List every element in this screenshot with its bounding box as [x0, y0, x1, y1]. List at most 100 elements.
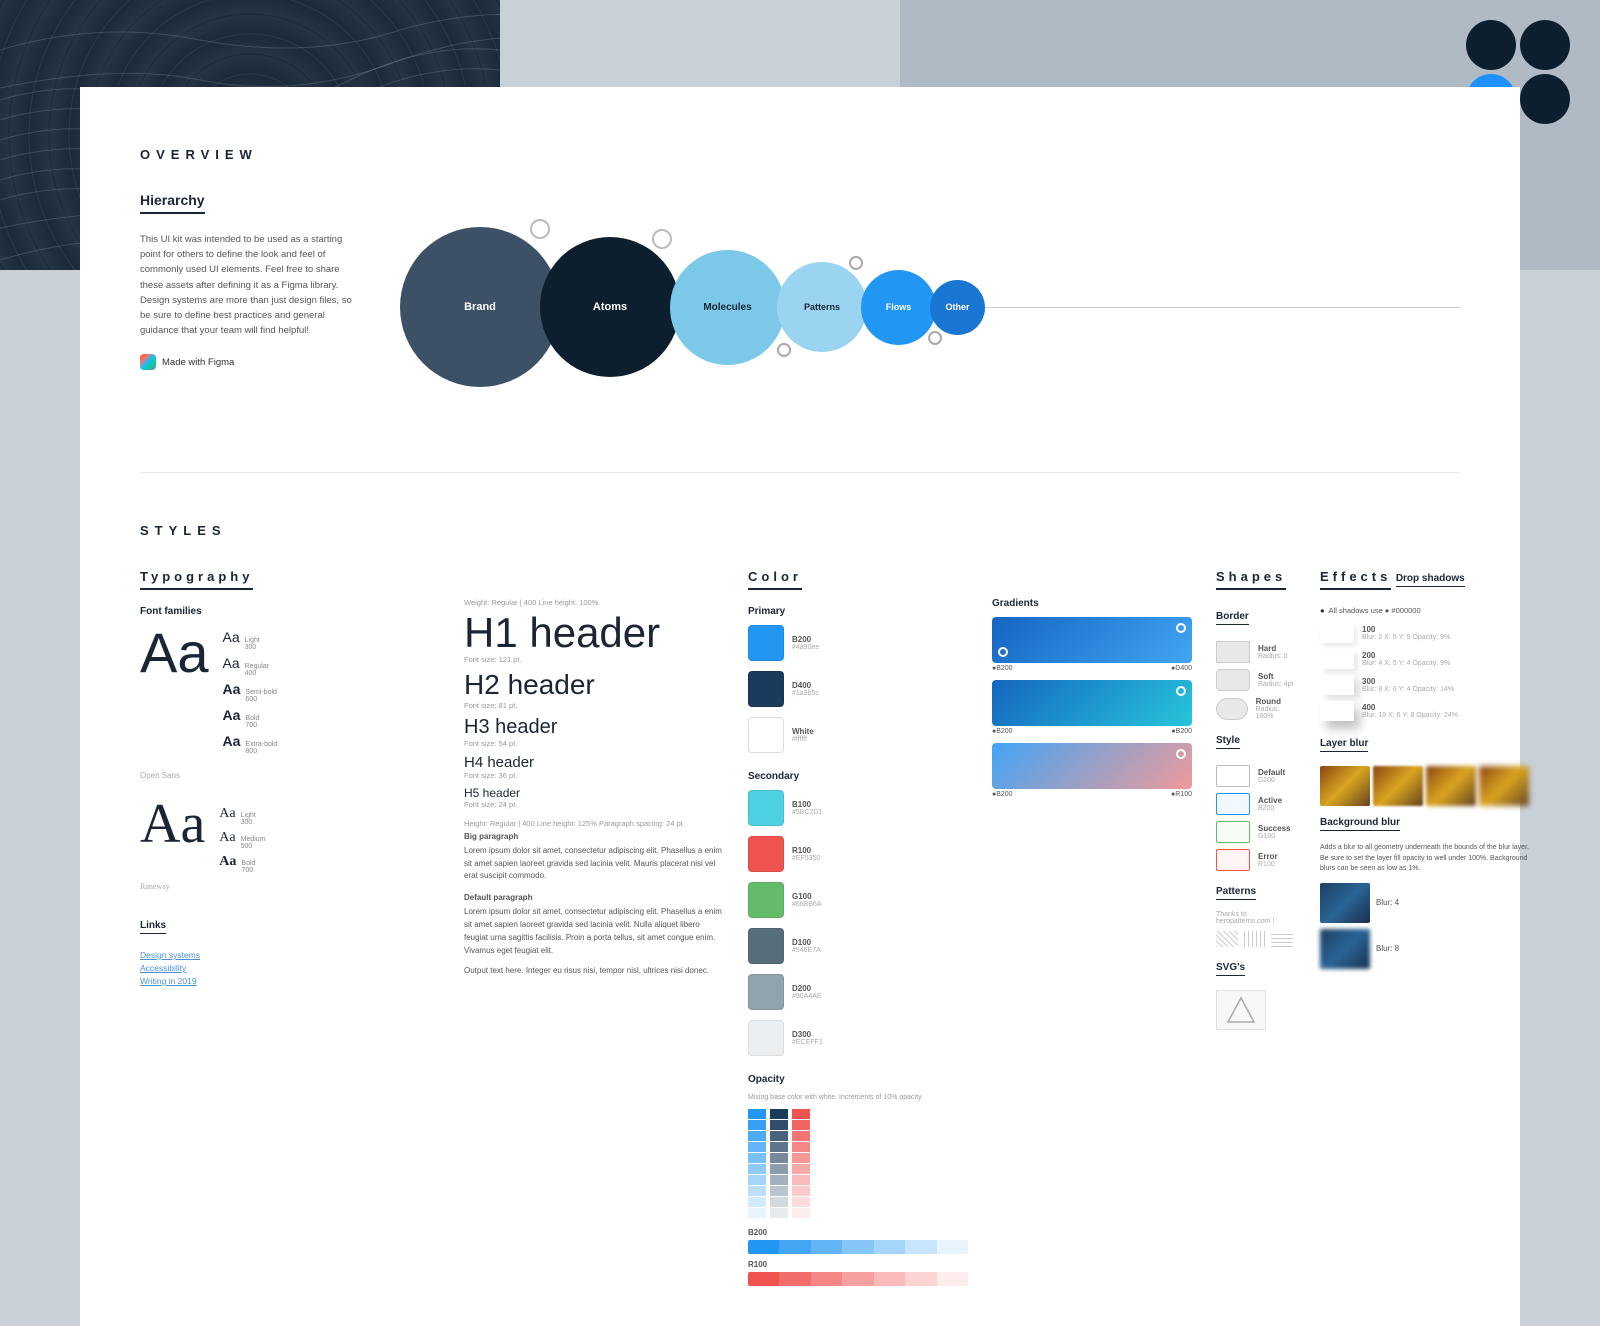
styles-title: STYLES [140, 503, 1460, 538]
h5-size: Font size: 24 pt. [464, 800, 724, 809]
section-divider [140, 472, 1460, 473]
shapes-label: Shapes [1216, 569, 1286, 590]
bubble-molecules: Molecules [670, 250, 785, 365]
default-para-label: Default paragraph [464, 893, 724, 902]
style-default [1216, 765, 1250, 787]
h1-size: Font size: 121 pt. [464, 655, 724, 664]
h2-header: H2 header [464, 670, 724, 701]
shadow-200-blur: Blur: 4 X: 5 Y: 4 Opacity: 9% [1362, 660, 1450, 667]
overview-content: Hierarchy This UI kit was intended to be… [140, 192, 1460, 422]
raneway-name: Raneway [140, 882, 440, 891]
h3-header: H3 header [464, 716, 724, 739]
blur-8-thumb [1320, 929, 1370, 969]
secondary-label: Secondary [748, 771, 968, 782]
bubble-atoms: Atoms [540, 237, 680, 377]
dark-opacity-col [770, 1109, 788, 1218]
color-b100 [748, 790, 784, 826]
color-r100 [748, 836, 784, 872]
svgs-section: SVG's [1216, 957, 1296, 1030]
red-opacity-col [792, 1109, 810, 1218]
blur-thumb-2 [1426, 766, 1476, 806]
open-sans-name: Open Sans [140, 771, 440, 780]
svg-preview [1216, 990, 1266, 1030]
blur-4-row: Blur: 4 [1320, 883, 1529, 923]
layer-blur-label: Layer blur [1320, 738, 1368, 752]
shadow-300 [1320, 675, 1354, 695]
figma-circle-4 [1520, 74, 1570, 124]
blur-4-thumb [1320, 883, 1370, 923]
made-with-figma: Made with Figma [140, 354, 360, 370]
shadow-400 [1320, 701, 1354, 721]
typography-label: Typography [140, 569, 253, 590]
blur-thumb-3 [1479, 766, 1529, 806]
body-text: Lorem ipsum dolor sit amet, consectetur … [464, 845, 724, 883]
color-col: Color Primary B200#4a90ee D400#1a3b5c [748, 568, 968, 1286]
border-shapes: Hard Radius: 0 Soft Radius: 4pt [1216, 641, 1296, 720]
figma-circle-2 [1520, 20, 1570, 70]
gradients-col: Gradients ●B200 ●D400 [992, 568, 1192, 806]
bg-blur-label: Background blur [1320, 817, 1400, 831]
h2-size: Font size: 81 pt. [464, 701, 724, 710]
secondary-colors: B100#5BC2D1 R100#EF5350 G100#66BB6A [748, 790, 968, 1062]
links-label: Links [140, 920, 166, 934]
effects-label: Effects [1320, 569, 1391, 590]
h3-size: Font size: 54 pt. [464, 739, 724, 748]
h4-header: H4 header [464, 754, 724, 771]
link-item-3[interactable]: Writing in 2019 [140, 976, 440, 986]
shapes-effects-col: Shapes Border Hard Radius: 0 [1216, 568, 1436, 1030]
blur-thumb-0 [1320, 766, 1370, 806]
gradient-2: ●B200 ●B200 [992, 680, 1192, 735]
figma-circle-1 [1466, 20, 1516, 70]
border-round [1216, 698, 1248, 720]
shapes-section: Shapes Border Hard Radius: 0 [1216, 568, 1296, 1030]
hierarchy-left: Hierarchy This UI kit was intended to be… [140, 192, 360, 370]
default-para: Lorem ipsum dolor sit amet, consectetur … [464, 906, 724, 957]
layer-blur-images [1320, 766, 1529, 806]
opacity-label: Opacity [748, 1074, 968, 1085]
link-item-2[interactable]: Accessibility [140, 963, 440, 973]
color-d100 [748, 928, 784, 964]
body-label: Big paragraph [464, 832, 724, 841]
bubble-patterns: Patterns [777, 262, 867, 352]
raneway-group: Aa AaLight300 AaMedium500 AaBold700 [140, 796, 440, 874]
gradient-3: ●B200 ●R100 [992, 743, 1192, 798]
font-families-label: Font families [140, 606, 440, 617]
links-section: Links Design systems Accessibility Writi… [140, 915, 440, 986]
h4-size: Font size: 36 pt. [464, 771, 724, 780]
color-g100 [748, 882, 784, 918]
border-label: Border [1216, 611, 1249, 625]
shadow-200 [1320, 649, 1354, 669]
blur-4-label: Blur: 4 [1376, 898, 1399, 907]
opacity-section: Opacity Mixing base color with white. In… [748, 1074, 968, 1286]
tints-r100-bar [748, 1272, 968, 1286]
tints-r100-label: R100 [748, 1260, 968, 1269]
hierarchy-desc: This UI kit was intended to be used as a… [140, 232, 360, 338]
main-card: OVERVIEW Hierarchy This UI kit was inten… [80, 87, 1520, 1326]
patterns-label: Patterns [1216, 886, 1256, 900]
color-d400 [748, 671, 784, 707]
figma-icon [140, 354, 156, 370]
style-success [1216, 821, 1250, 843]
bubbles-area: Brand Atoms [400, 192, 1460, 422]
color-label: Color [748, 569, 802, 590]
open-sans-big-aa: Aa [140, 625, 209, 681]
open-sans-group: Aa AaLight300 AaRegular400 AaSemi-bold60… [140, 625, 440, 755]
shadow-300-blur: Blur: 8 X: 6 Y: 4 Opacity: 14% [1362, 686, 1454, 693]
bg-blur-section: Background blur Adds a blur to all geome… [1320, 812, 1529, 969]
styles-section: STYLES Typography Font families Aa AaLig… [140, 503, 1460, 1286]
blur-thumb-1 [1373, 766, 1423, 806]
gradients-label: Gradients [992, 598, 1192, 609]
overview-section: OVERVIEW Hierarchy This UI kit was inten… [140, 127, 1460, 422]
blur-8-row: Blur: 8 [1320, 929, 1529, 969]
patterns-sub: Thanks to heropatterns.com ! [1216, 911, 1296, 925]
color-d300 [748, 1020, 784, 1056]
style-error [1216, 849, 1250, 871]
link-item-1[interactable]: Design systems [140, 950, 440, 960]
body-meta: Height: Regular | 400 Line height: 125% … [464, 819, 724, 828]
shadow-100-blur: Blur: 2 X: 5 Y: 5 Opacity: 9% [1362, 634, 1450, 641]
typography-col1: Typography Font families Aa AaLight300 A… [140, 568, 440, 989]
shadow-items: 100 Blur: 2 X: 5 Y: 5 Opacity: 9% 200 [1320, 623, 1529, 721]
gradient-1: ●B200 ●D400 [992, 617, 1192, 672]
opacity-desc: Mixing base color with white. Increments… [748, 1093, 968, 1103]
outer-wrapper: .topo-line { fill: none; stroke: rgba(25… [0, 0, 1600, 1200]
